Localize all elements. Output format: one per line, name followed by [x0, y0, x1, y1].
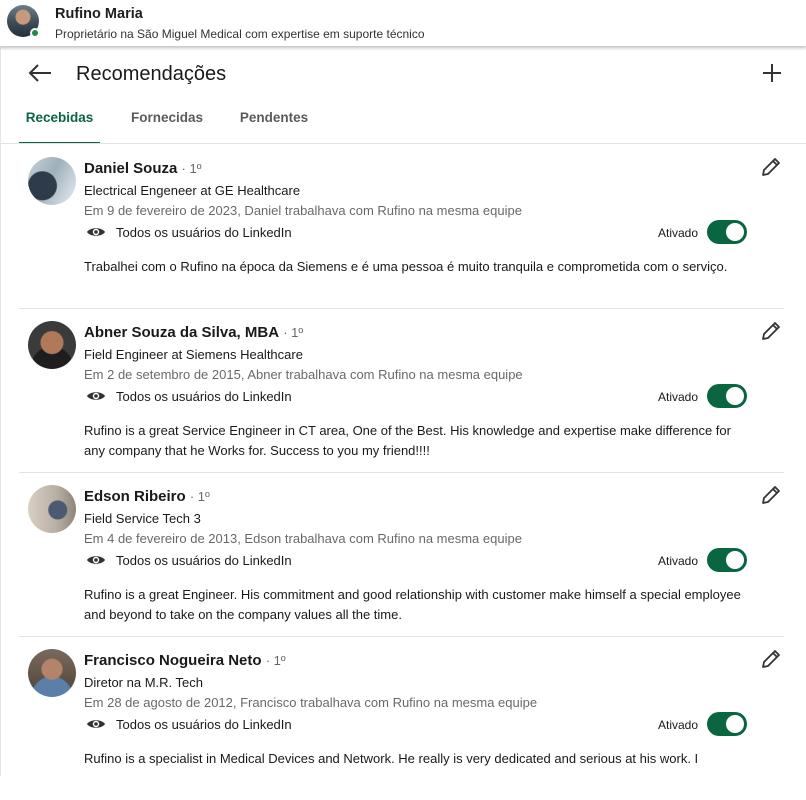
recommender-title: Diretor na M.R. Tech	[84, 675, 203, 690]
recommendations-panel: Recomendações Recebidas Fornecidas Pende…	[0, 46, 806, 776]
recommender-title: Electrical Engeneer at GE Healthcare	[84, 183, 301, 198]
visibility-label: Todos os usuários do LinkedIn	[116, 389, 292, 404]
recommender-name-line[interactable]: Daniel Souza · 1º	[84, 160, 201, 177]
connection-degree: · 1º	[283, 325, 304, 340]
pencil-icon	[762, 650, 780, 668]
connection-degree: · 1º	[181, 161, 202, 176]
recommender-title: Field Service Tech 3	[84, 511, 201, 526]
connection-degree: · 1º	[265, 653, 286, 668]
recommendation-text: Trabalhei com o Rufino na época da Sieme…	[84, 259, 728, 274]
avatar[interactable]	[28, 157, 76, 205]
avatar[interactable]	[28, 649, 76, 697]
recommender-name-line[interactable]: Abner Souza da Silva, MBA · 1º	[84, 324, 303, 341]
recommendation-item: Daniel Souza · 1º Electrical Engeneer at…	[19, 145, 784, 309]
eye-icon	[87, 556, 105, 564]
recommender-name-line[interactable]: Francisco Nogueira Neto · 1º	[84, 652, 286, 669]
profile-headline: Proprietário na São Miguel Medical com e…	[55, 27, 425, 41]
toggle-label: Ativado	[658, 226, 699, 240]
tab-pending[interactable]: Pendentes	[231, 100, 317, 144]
tab-received[interactable]: Recebidas	[19, 100, 100, 144]
recommendation-meta: Em 2 de setembro de 2015, Abner trabalha…	[84, 367, 523, 382]
toggle-label: Ativado	[658, 718, 699, 732]
visibility-label: Todos os usuários do LinkedIn	[116, 553, 292, 568]
toggle-knob	[726, 715, 744, 733]
edit-button[interactable]	[759, 483, 783, 507]
page-title: Recomendações	[76, 63, 227, 85]
recommender-name[interactable]: Daniel Souza	[84, 160, 177, 177]
toggle-label: Ativado	[658, 554, 699, 568]
recommender-name[interactable]: Abner Souza da Silva, MBA	[84, 324, 279, 341]
visibility-label: Todos os usuários do LinkedIn	[116, 225, 292, 240]
visibility-label: Todos os usuários do LinkedIn	[116, 717, 292, 732]
avatar[interactable]	[28, 485, 76, 533]
arrow-left-icon	[28, 64, 51, 82]
recommendation-meta: Em 4 de fevereiro de 2013, Edson trabalh…	[84, 531, 522, 546]
recommendation-item: Edson Ribeiro · 1º Field Service Tech 3 …	[19, 473, 784, 637]
toggle-knob	[726, 223, 744, 241]
eye-icon	[87, 720, 105, 728]
eye-icon	[87, 392, 105, 400]
pencil-icon	[762, 486, 780, 504]
avatar[interactable]	[28, 321, 76, 369]
tabs-divider	[1, 143, 806, 144]
edit-button[interactable]	[759, 155, 783, 179]
edit-button[interactable]	[759, 647, 783, 671]
recommender-name[interactable]: Edson Ribeiro	[84, 488, 186, 505]
recommendation-meta: Em 9 de fevereiro de 2023, Daniel trabal…	[84, 203, 522, 218]
connection-degree: · 1º	[189, 489, 210, 504]
recommendation-item: Abner Souza da Silva, MBA · 1º Field Eng…	[19, 309, 784, 473]
online-status-indicator	[30, 28, 40, 38]
recommendation-text: Rufino is a specialist in Medical Device…	[84, 751, 699, 766]
recommendation-meta: Em 28 de agosto de 2012, Francisco traba…	[84, 695, 538, 710]
recommender-name[interactable]: Francisco Nogueira Neto	[84, 652, 262, 669]
tab-given[interactable]: Fornecidas	[123, 100, 211, 144]
recommendation-text: Rufino is a great Engineer. His commitme…	[84, 587, 741, 622]
recommender-name-line[interactable]: Edson Ribeiro · 1º	[84, 488, 210, 505]
profile-header: Rufino Maria Proprietário na São Miguel …	[0, 0, 806, 46]
eye-icon	[87, 228, 105, 236]
toggle-knob	[726, 387, 744, 405]
toggle-label: Ativado	[658, 390, 699, 404]
visibility-toggle[interactable]	[707, 220, 747, 244]
back-button[interactable]	[27, 62, 53, 84]
add-recommendation-button[interactable]	[760, 61, 784, 85]
plus-icon	[763, 64, 781, 82]
visibility-toggle[interactable]	[707, 712, 747, 736]
pencil-icon	[762, 158, 780, 176]
edit-button[interactable]	[759, 319, 783, 343]
pencil-icon	[762, 322, 780, 340]
visibility-toggle[interactable]	[707, 548, 747, 572]
profile-name[interactable]: Rufino Maria	[55, 6, 143, 22]
visibility-toggle[interactable]	[707, 384, 747, 408]
toggle-knob	[726, 551, 744, 569]
recommender-title: Field Engineer at Siemens Healthcare	[84, 347, 303, 362]
recommendation-text: Rufino is a great Service Engineer in CT…	[84, 423, 731, 458]
